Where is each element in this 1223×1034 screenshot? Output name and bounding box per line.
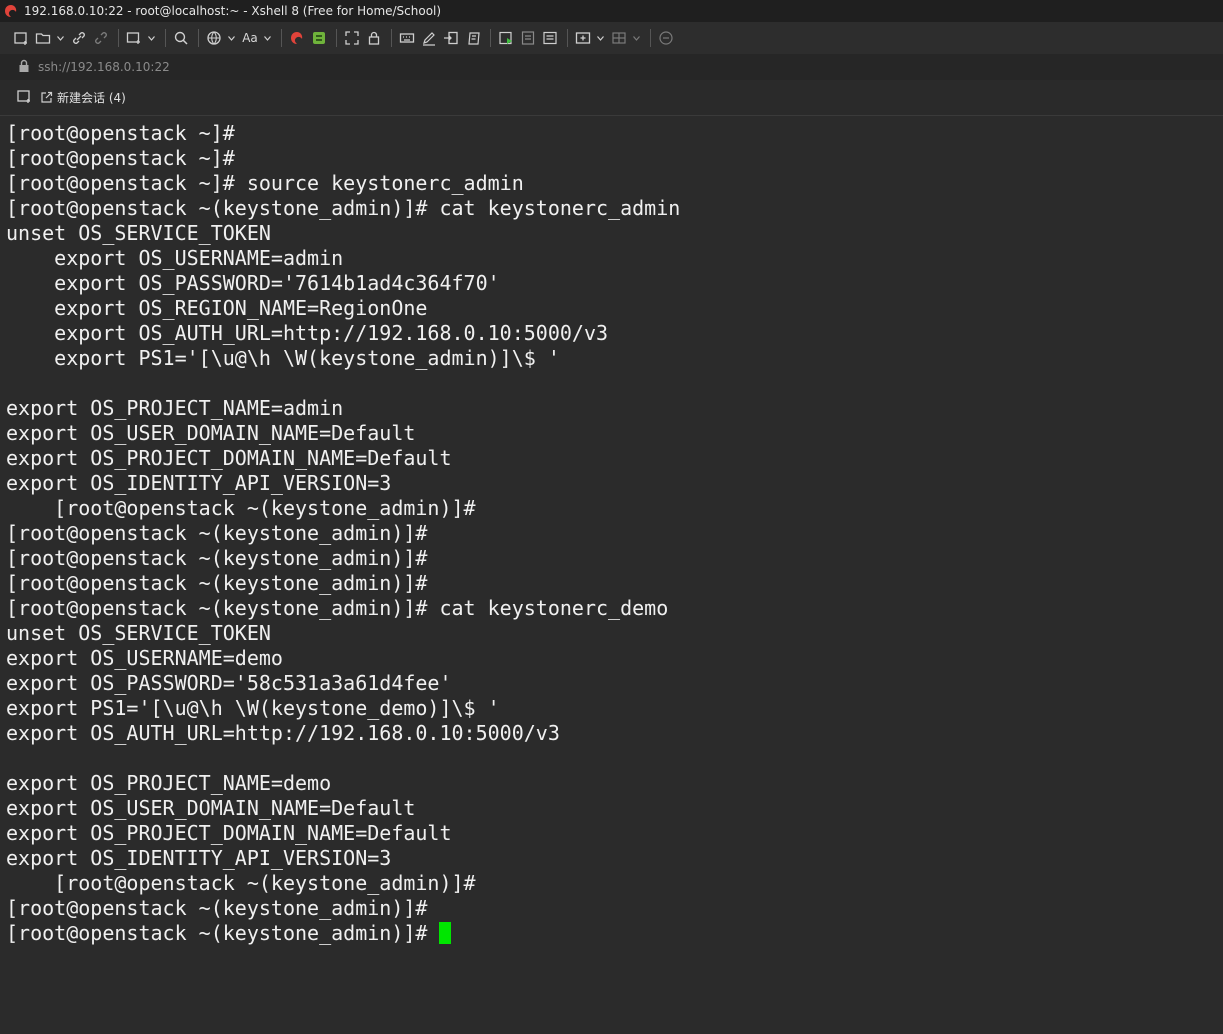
terminal-line: export OS_AUTH_URL=http://192.168.0.10:5…: [6, 321, 609, 345]
toolbar-divider: [198, 29, 199, 47]
title-bar: 192.168.0.10:22 - root@localhost:~ - Xsh…: [0, 0, 1223, 22]
terminal-line: export OS_AUTH_URL=http://192.168.0.10:5…: [6, 721, 560, 745]
terminal-line: export OS_IDENTITY_API_VERSION=3: [6, 846, 392, 870]
keyboard-icon[interactable]: [398, 27, 416, 49]
disconnect-link-icon[interactable]: [92, 27, 110, 49]
terminal-line: export OS_PROJECT_DOMAIN_NAME=Default: [6, 446, 452, 470]
toolbar-divider: [336, 29, 337, 47]
terminal-line: [root@openstack ~(keystone_admin)]# cat …: [6, 596, 669, 620]
terminal-line: unset OS_SERVICE_TOKEN: [6, 621, 271, 645]
toolbar-divider: [567, 29, 568, 47]
new-session-icon[interactable]: [12, 27, 30, 49]
terminal-line: [root@openstack ~(keystone_admin)]#: [6, 546, 428, 570]
terminal-line: export OS_IDENTITY_API_VERSION=3: [6, 471, 392, 495]
tab-label: 新建会话 (4): [57, 91, 126, 105]
chevron-down-icon[interactable]: [147, 27, 155, 49]
terminal-line: export PS1='[\u@\h \W(keystone_admin)]\$…: [6, 346, 560, 370]
toolbar-divider: [118, 29, 119, 47]
terminal-line: export OS_USER_DOMAIN_NAME=Default: [6, 421, 416, 445]
connect-link-icon[interactable]: [70, 27, 88, 49]
run-green-icon[interactable]: [497, 27, 515, 49]
terminal-line: export OS_PROJECT_DOMAIN_NAME=Default: [6, 821, 452, 845]
open-folder-icon[interactable]: [34, 27, 52, 49]
window-title: 192.168.0.10:22 - root@localhost:~ - Xsh…: [24, 4, 442, 18]
lock-icon: [18, 58, 30, 77]
tab-new-session[interactable]: 新建会话 (4): [40, 89, 126, 106]
chevron-down-icon[interactable]: [56, 27, 64, 49]
terminal-line: export OS_USERNAME=admin: [6, 246, 344, 270]
notes-icon[interactable]: [541, 27, 559, 49]
search-icon[interactable]: [172, 27, 190, 49]
tab-bar: 新建会话 (4): [0, 80, 1223, 116]
terminal-line: [root@openstack ~(keystone_admin)]#: [6, 871, 476, 895]
terminal-line: export OS_REGION_NAME=RegionOne: [6, 296, 428, 320]
font-button[interactable]: Aa: [241, 27, 259, 49]
xftp-green-icon[interactable]: [310, 27, 328, 49]
terminal-line: [root@openstack ~(keystone_admin)]# cat …: [6, 196, 681, 220]
terminal-prompt: [root@openstack ~(keystone_admin)]#: [6, 921, 440, 945]
chevron-down-icon[interactable]: [227, 27, 235, 49]
transfer-icon[interactable]: [442, 27, 460, 49]
terminal-line: export OS_USER_DOMAIN_NAME=Default: [6, 796, 416, 820]
terminal-line: [root@openstack ~(keystone_admin)]#: [6, 896, 428, 920]
external-link-icon: [40, 91, 53, 104]
terminal-line: export OS_PASSWORD='7614b1ad4c364f70': [6, 271, 500, 295]
toolbar-divider: [490, 29, 491, 47]
document-icon[interactable]: [519, 27, 537, 49]
terminal-line: export OS_PASSWORD='58c531a3a61d4fee': [6, 671, 452, 695]
terminal-line: unset OS_SERVICE_TOKEN: [6, 221, 271, 245]
fullscreen-icon[interactable]: [343, 27, 361, 49]
session-address[interactable]: ssh://192.168.0.10:22: [38, 60, 170, 74]
toolbar-divider: [281, 29, 282, 47]
chevron-down-icon[interactable]: [596, 27, 604, 49]
new-window-icon[interactable]: [125, 27, 143, 49]
terminal-line: [root@openstack ~]#: [6, 121, 235, 145]
terminal-line: export OS_PROJECT_NAME=demo: [6, 771, 332, 795]
layout-grid-icon[interactable]: [610, 27, 628, 49]
terminal-line: [root@openstack ~(keystone_admin)]#: [6, 571, 428, 595]
toolbar: Aa: [0, 22, 1223, 54]
script-icon[interactable]: [464, 27, 482, 49]
terminal-line: [root@openstack ~(keystone_admin)]#: [6, 521, 428, 545]
chat-bubble-icon[interactable]: [657, 27, 675, 49]
terminal-line: export OS_PROJECT_NAME=admin: [6, 396, 344, 420]
toolbar-divider: [165, 29, 166, 47]
terminal-line: [root@openstack ~]# source keystonerc_ad…: [6, 171, 524, 195]
chevron-down-icon[interactable]: [632, 27, 640, 49]
globe-icon[interactable]: [205, 27, 223, 49]
address-bar: ssh://192.168.0.10:22: [0, 54, 1223, 80]
chevron-down-icon[interactable]: [263, 27, 271, 49]
terminal-prompt-line: [root@openstack ~(keystone_admin)]#: [6, 921, 1223, 946]
session-manager-icon[interactable]: [16, 88, 32, 108]
toolbar-divider: [391, 29, 392, 47]
terminal-output[interactable]: [root@openstack ~]# [root@openstack ~]# [r…: [0, 117, 1223, 1034]
terminal-line: export PS1='[\u@\h \W(keystone_demo)]\$ …: [6, 696, 500, 720]
xshell-logo-icon: [4, 4, 18, 18]
xshell-red-icon[interactable]: [288, 27, 306, 49]
toolbar-divider: [650, 29, 651, 47]
terminal-line: [root@openstack ~(keystone_admin)]#: [6, 496, 476, 520]
lock-icon[interactable]: [365, 27, 383, 49]
terminal-line: export OS_USERNAME=demo: [6, 646, 283, 670]
terminal-cursor: [439, 922, 452, 944]
add-folder-icon[interactable]: [574, 27, 592, 49]
compose-pen-icon[interactable]: [420, 27, 438, 49]
terminal-line: [root@openstack ~]#: [6, 146, 235, 170]
